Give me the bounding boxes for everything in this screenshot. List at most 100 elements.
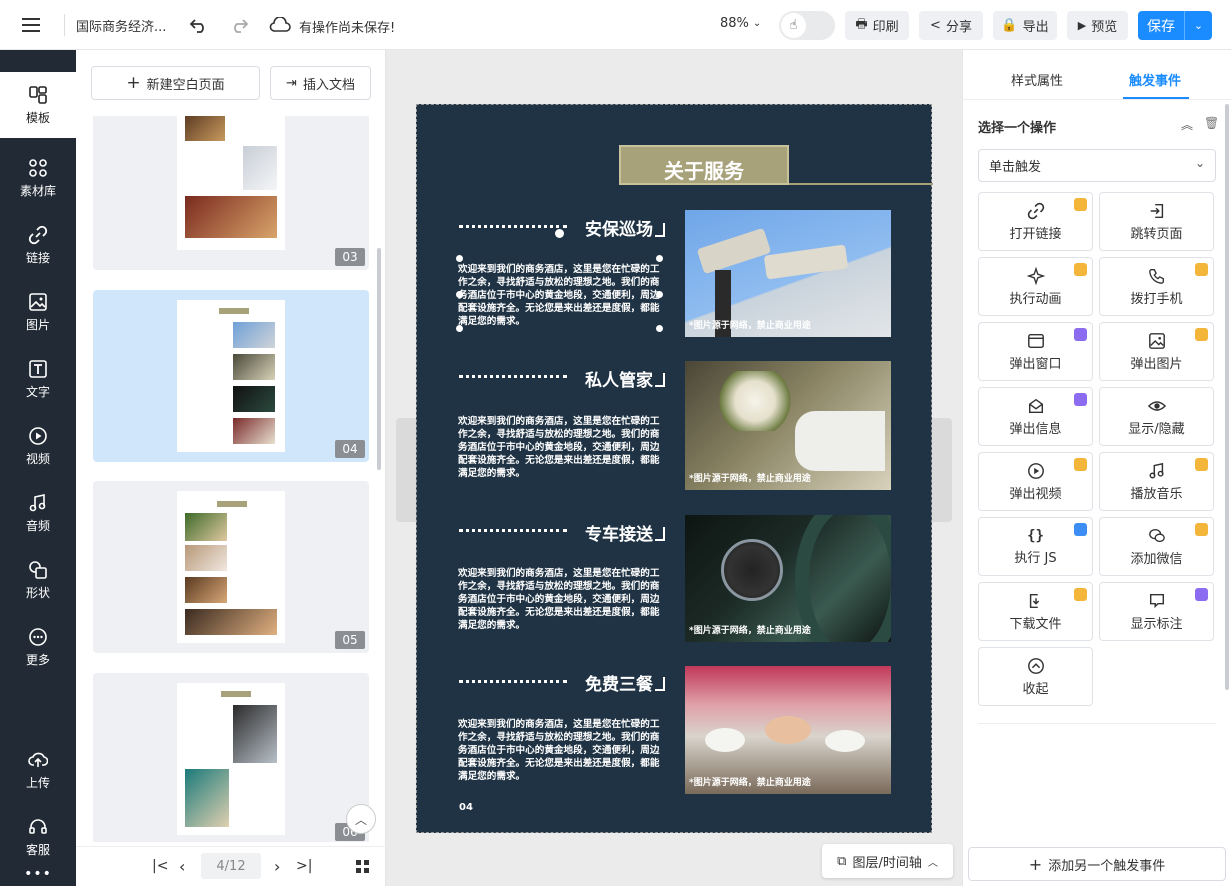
page-thumb-06[interactable]: 06 (93, 673, 369, 842)
last-page-icon[interactable]: >| (296, 858, 312, 874)
nav-shape[interactable]: 形状 (0, 550, 76, 610)
action-show-hide[interactable]: 显示/隐藏 (1099, 387, 1214, 446)
section-heading[interactable]: 免费三餐 (585, 670, 653, 695)
restaurant-dining-photo[interactable]: *图片源于网络，禁止商业用途 (685, 666, 891, 794)
action-run-js[interactable]: {} 执行 JS (978, 517, 1093, 576)
action-label: 弹出图片 (1130, 356, 1183, 372)
action-popup-message[interactable]: 弹出信息 (978, 387, 1093, 446)
page-thumb-03[interactable]: 03 (93, 116, 369, 270)
action-run-animation[interactable]: 执行动画 (978, 257, 1093, 316)
nav-video[interactable]: 视频 (0, 416, 76, 476)
section-body[interactable]: 欢迎来到我们的商务酒店，这里是您在忙碌的工作之余，寻找舒适与放松的理想之地。我们… (458, 415, 664, 480)
page-thumb-04[interactable]: 04 (93, 290, 369, 462)
action-download-file[interactable]: 下载文件 (978, 582, 1093, 641)
action-add-wechat[interactable]: 添加微信 (1099, 517, 1214, 576)
redo-icon[interactable] (228, 14, 250, 36)
section-heading[interactable]: 私人管家 (585, 366, 653, 391)
scroll-top-button[interactable]: ︿ (346, 804, 376, 834)
page-title[interactable]: 关于服务 (619, 155, 789, 184)
action-popup-window[interactable]: 弹出窗口 (978, 322, 1093, 381)
export-button[interactable]: 🔒 导出 (993, 11, 1057, 40)
layers-timeline-button[interactable]: ⧉ 图层/时间轴 ︿ (822, 844, 953, 878)
nav-assets[interactable]: 素材库 (0, 148, 76, 208)
nav-template[interactable]: 模板 (0, 72, 76, 138)
actions-divider (978, 723, 1216, 724)
rpanel-scrollbar[interactable] (1225, 104, 1229, 690)
nav-service[interactable]: 客服 (0, 807, 76, 867)
dotted-line (459, 680, 567, 683)
print-button[interactable]: 🖶 印刷 (845, 11, 909, 40)
vip-badge-icon (1074, 263, 1087, 276)
action-show-annotation[interactable]: 显示标注 (1099, 582, 1214, 641)
nav-more[interactable]: 更多 (0, 617, 76, 677)
action-jump-page[interactable]: 跳转页面 (1099, 192, 1214, 251)
menu-icon[interactable] (20, 14, 42, 36)
upload-cloud-icon (28, 752, 48, 767)
action-label: 打开链接 (1009, 226, 1062, 242)
action-popup-video[interactable]: 弹出视频 (978, 452, 1093, 511)
save-button[interactable]: 保存 ⌄ (1138, 11, 1212, 40)
trigger-select[interactable]: 单击触发 ⌄ (978, 149, 1216, 182)
tab-style[interactable]: 样式属性 (1011, 70, 1063, 89)
preview-button[interactable]: ▶ 预览 (1067, 11, 1128, 40)
document-title[interactable]: 国际商务经济... (76, 16, 166, 35)
insert-doc-button[interactable]: ⇥ 插入文档 (270, 66, 371, 100)
nav-ellipsis-icon[interactable]: ••• (0, 866, 76, 882)
action-label: 弹出信息 (1009, 421, 1062, 437)
share-button[interactable]: < 分享 (919, 11, 983, 40)
nav-label: 上传 (25, 775, 50, 790)
page-indicator[interactable]: 4/12 (201, 853, 261, 879)
section-body[interactable]: 欢迎来到我们的商务酒店，这里是您在忙碌的工作之余，寻找舒适与放松的理想之地。我们… (458, 567, 664, 632)
page-thumb-05[interactable]: 05 (93, 481, 369, 653)
action-popup-image[interactable]: 弹出图片 (1099, 322, 1214, 381)
action-collapse[interactable]: 收起 (978, 647, 1093, 706)
section-heading[interactable]: 专车接送 (585, 520, 653, 545)
photo-caption: *图片源于网络，禁止商业用途 (689, 626, 811, 636)
action-label: 显示/隐藏 (1128, 421, 1185, 437)
divider (64, 14, 65, 36)
action-call-phone[interactable]: 拨打手机 (1099, 257, 1214, 316)
butler-flowers-photo[interactable]: *图片源于网络，禁止商业用途 (685, 361, 891, 490)
collapse-icon[interactable]: ︽ (1181, 116, 1193, 133)
section-body[interactable]: 欢迎来到我们的商务酒店，这里是您在忙碌的工作之余，寻找舒适与放松的理想之地。我们… (458, 718, 664, 783)
video-icon (1027, 462, 1044, 479)
vip-badge-icon (1074, 393, 1087, 406)
page-number: 05 (335, 631, 365, 649)
insert-doc-label: 插入文档 (302, 77, 355, 93)
resize-handle[interactable] (656, 255, 663, 262)
grid-view-icon[interactable] (356, 859, 370, 873)
design-page[interactable]: 关于服务 安保巡场 欢迎来到我们的商务酒店，这里是您在忙碌的工作之余，寻找舒适与… (416, 104, 933, 833)
nav-text[interactable]: 文字 (0, 349, 76, 409)
nav-audio[interactable]: 音频 (0, 483, 76, 543)
new-page-button[interactable]: + 新建空白页面 (91, 66, 260, 100)
car-interior-photo[interactable]: *图片源于网络，禁止商业用途 (685, 515, 891, 642)
trash-icon[interactable]: 🗑 (1204, 116, 1219, 130)
add-event-button[interactable]: + 添加另一个触发事件 (968, 847, 1226, 881)
save-label: 保存 (1147, 18, 1175, 35)
page-list-scrollbar[interactable] (377, 248, 381, 470)
resize-handle[interactable] (456, 255, 463, 262)
undo-icon[interactable] (188, 14, 210, 36)
envelope-icon (1028, 398, 1043, 413)
heading-corner (655, 677, 665, 691)
code-braces-icon: {} (1027, 527, 1044, 544)
nav-image[interactable]: 图片 (0, 282, 76, 342)
zoom-select[interactable]: 88% ⌄ (720, 16, 761, 31)
nav-label: 更多 (25, 652, 50, 667)
pages-panel: + 新建空白页面 ⇥ 插入文档 03 04 05 06 ︿ |< ‹ 4/12 … (76, 50, 386, 886)
action-play-music[interactable]: 播放音乐 (1099, 452, 1214, 511)
action-open-link[interactable]: 打开链接 (978, 192, 1093, 251)
resize-handle[interactable] (555, 229, 564, 238)
prev-page-icon[interactable]: ‹ (179, 857, 185, 876)
layers-icon: ⧉ (837, 853, 847, 869)
first-page-icon[interactable]: |< (152, 858, 168, 874)
security-camera-photo[interactable]: *图片源于网络，禁止商业用途 (685, 210, 891, 337)
tab-trigger[interactable]: 触发事件 (1129, 70, 1181, 89)
save-dropdown-icon[interactable]: ⌄ (1184, 11, 1212, 40)
next-page-icon[interactable]: › (274, 857, 280, 876)
section-body[interactable]: 欢迎来到我们的商务酒店，这里是您在忙碌的工作之余，寻找舒适与放松的理想之地。我们… (458, 263, 664, 328)
nav-link[interactable]: 链接 (0, 215, 76, 275)
nav-upload[interactable]: 上传 (0, 740, 76, 800)
hand-tool-toggle[interactable]: ☝ (779, 11, 835, 40)
page-number: 04 (335, 440, 365, 458)
